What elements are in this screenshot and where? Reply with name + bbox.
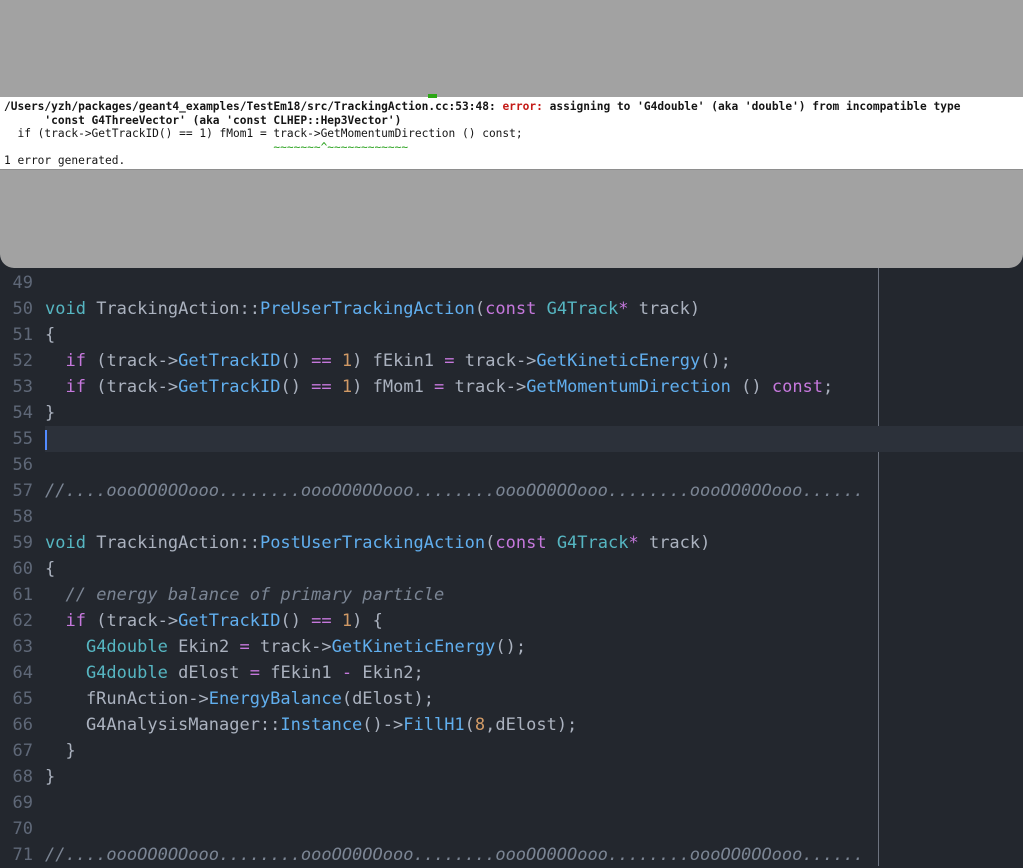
line-number: 64 — [0, 660, 45, 686]
code-line[interactable]: 70 — [0, 816, 1023, 842]
code-line[interactable]: 54} — [0, 400, 1023, 426]
line-number: 63 — [0, 634, 45, 660]
code-line[interactable]: 58 — [0, 504, 1023, 530]
code-line[interactable]: 49 — [0, 270, 1023, 296]
code-line[interactable]: 69 — [0, 790, 1023, 816]
code-line[interactable]: 61 // energy balance of primary particle — [0, 582, 1023, 608]
line-number: 66 — [0, 712, 45, 738]
code-text: //....oooOO0OOooo........oooOO0OOooo....… — [45, 842, 1023, 868]
line-number: 56 — [0, 452, 45, 478]
text-cursor — [45, 430, 47, 450]
line-number: 65 — [0, 686, 45, 712]
terminal-dimmed-top — [0, 0, 1023, 97]
code-text: } — [45, 738, 1023, 764]
code-line[interactable]: 67 } — [0, 738, 1023, 764]
code-line[interactable]: 53 if (track->GetTrackID() == 1) fMom1 =… — [0, 374, 1023, 400]
code-text — [45, 270, 1023, 296]
code-text: if (track->GetTrackID() == 1) fEkin1 = t… — [45, 348, 1023, 374]
code-text: //....oooOO0OOooo........oooOO0OOooo....… — [45, 478, 1023, 504]
squiggle-fragment — [428, 94, 437, 98]
terminal-line: ~~~~~~~^~~~~~~~~~~~~ — [4, 141, 1023, 155]
code-line[interactable]: 64 G4double dElost = fEkin1 - Ekin2; — [0, 660, 1023, 686]
code-text: { — [45, 556, 1023, 582]
terminal-line: 1 error generated. — [4, 154, 1023, 168]
code-text — [45, 790, 1023, 816]
code-line[interactable]: 62 if (track->GetTrackID() == 1) { — [0, 608, 1023, 634]
code-text: G4AnalysisManager::Instance()->FillH1(8,… — [45, 712, 1023, 738]
code-text — [45, 426, 1023, 452]
line-number: 59 — [0, 530, 45, 556]
code-line[interactable]: 50void TrackingAction::PreUserTrackingAc… — [0, 296, 1023, 322]
code-text: } — [45, 400, 1023, 426]
code-text — [45, 504, 1023, 530]
code-line[interactable]: 65 fRunAction->EnergyBalance(dElost); — [0, 686, 1023, 712]
line-number: 70 — [0, 816, 45, 842]
code-text: } — [45, 764, 1023, 790]
code-line[interactable]: 56 — [0, 452, 1023, 478]
code-line[interactable]: 66 G4AnalysisManager::Instance()->FillH1… — [0, 712, 1023, 738]
line-number: 57 — [0, 478, 45, 504]
terminal-line: if (track->GetTrackID() == 1) fMom1 = tr… — [4, 127, 1023, 141]
code-line[interactable]: 55 — [0, 426, 1023, 452]
terminal-line: 'const G4ThreeVector' (aka 'const CLHEP:… — [4, 114, 1023, 128]
code-line[interactable]: 60{ — [0, 556, 1023, 582]
code-text: if (track->GetTrackID() == 1) fMom1 = tr… — [45, 374, 1023, 400]
code-line[interactable]: 57//....oooOO0OOooo........oooOO0OOooo..… — [0, 478, 1023, 504]
code-lines: 4950void TrackingAction::PreUserTracking… — [0, 270, 1023, 868]
terminal-dimmed-bottom — [0, 169, 1023, 268]
code-text — [45, 816, 1023, 842]
compiler-error-output: /Users/yzh/packages/geant4_examples/Test… — [0, 97, 1023, 169]
line-number: 71 — [0, 842, 45, 868]
line-number: 50 — [0, 296, 45, 322]
code-line[interactable]: 71//....oooOO0OOooo........oooOO0OOooo..… — [0, 842, 1023, 868]
line-number: 58 — [0, 504, 45, 530]
line-number: 62 — [0, 608, 45, 634]
code-line[interactable]: 51{ — [0, 322, 1023, 348]
line-number: 61 — [0, 582, 45, 608]
code-text: void TrackingAction::PreUserTrackingActi… — [45, 296, 1023, 322]
code-line[interactable]: 63 G4double Ekin2 = track->GetKineticEne… — [0, 634, 1023, 660]
code-text: G4double Ekin2 = track->GetKineticEnergy… — [45, 634, 1023, 660]
code-text: void TrackingAction::PostUserTrackingAct… — [45, 530, 1023, 556]
line-number: 67 — [0, 738, 45, 764]
line-number: 52 — [0, 348, 45, 374]
code-line[interactable]: 68} — [0, 764, 1023, 790]
code-text: G4double dElost = fEkin1 - Ekin2; — [45, 660, 1023, 686]
line-number: 53 — [0, 374, 45, 400]
line-number: 55 — [0, 426, 45, 452]
code-text: // energy balance of primary particle — [45, 582, 1023, 608]
terminal-line: /Users/yzh/packages/geant4_examples/Test… — [4, 100, 1023, 114]
line-number: 60 — [0, 556, 45, 582]
line-number: 69 — [0, 790, 45, 816]
line-number: 51 — [0, 322, 45, 348]
code-text: if (track->GetTrackID() == 1) { — [45, 608, 1023, 634]
code-text — [45, 452, 1023, 478]
code-line[interactable]: 52 if (track->GetTrackID() == 1) fEkin1 … — [0, 348, 1023, 374]
code-text: { — [45, 322, 1023, 348]
line-number: 68 — [0, 764, 45, 790]
line-number: 49 — [0, 270, 45, 296]
code-line[interactable]: 59void TrackingAction::PostUserTrackingA… — [0, 530, 1023, 556]
line-number: 54 — [0, 400, 45, 426]
terminal-window: /Users/yzh/packages/geant4_examples/Test… — [0, 0, 1023, 268]
code-text: fRunAction->EnergyBalance(dElost); — [45, 686, 1023, 712]
